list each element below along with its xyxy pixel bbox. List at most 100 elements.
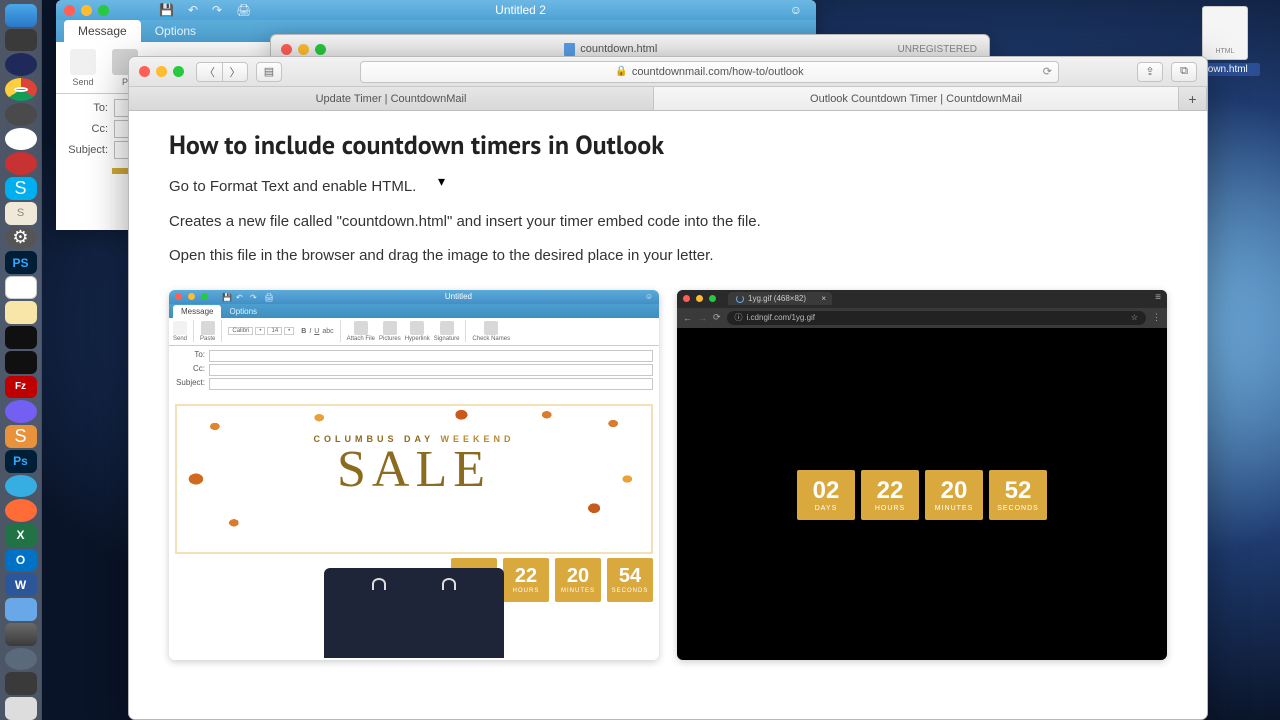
outlook-window-title: Untitled 2: [251, 3, 789, 17]
tabs-button[interactable]: ⧉: [1171, 62, 1197, 82]
dock-settings-icon[interactable]: ⚙: [5, 227, 37, 250]
redo-icon[interactable]: ↷: [212, 3, 222, 17]
html-file-icon: [1202, 6, 1248, 60]
dock-safari-icon[interactable]: [5, 128, 37, 151]
pictures-button: Pictures: [379, 321, 401, 342]
dock-viber-icon[interactable]: [5, 400, 37, 423]
sale-banner: COLUMBUS DAY WEEKEND SALE: [175, 404, 653, 554]
signature-button: Signature: [434, 321, 460, 342]
forward-icon: →: [698, 313, 707, 323]
article-paragraph: Creates a new file called "countdown.htm…: [169, 211, 1167, 234]
dock-filezilla-icon[interactable]: Fz: [5, 376, 37, 399]
reload-icon[interactable]: ⟳: [1043, 65, 1052, 78]
smile-icon[interactable]: ☺: [790, 3, 802, 17]
dock-chrome-icon[interactable]: [5, 78, 37, 101]
dock-phpstorm-icon[interactable]: PS: [5, 251, 37, 274]
paste-button: Paste: [200, 321, 215, 342]
dock-quicktime-icon[interactable]: [5, 648, 37, 671]
back-icon: ←: [683, 313, 692, 323]
dock-calendar-icon[interactable]: [5, 276, 37, 299]
close-icon[interactable]: [139, 66, 150, 77]
print-icon[interactable]: 🖨: [236, 3, 251, 17]
chrome-tab: 1yg.gif (468×82) ×: [728, 292, 832, 305]
dock-sublime-icon[interactable]: S: [5, 202, 37, 225]
dock-word-icon[interactable]: W: [5, 573, 37, 596]
dock-outlook-icon[interactable]: O: [5, 549, 37, 572]
browser-tab[interactable]: Outlook Countdown Timer | CountdownMail: [654, 87, 1179, 110]
dock-sublime2-icon[interactable]: S: [5, 425, 37, 448]
dock-opera-icon[interactable]: [5, 152, 37, 175]
dock-utility-icon[interactable]: [5, 623, 37, 646]
safari-tabbar: Update Timer | CountdownMail Outlook Cou…: [129, 87, 1207, 111]
new-tab-button[interactable]: +: [1179, 87, 1207, 110]
dock-postman-icon[interactable]: [5, 499, 37, 522]
back-button[interactable]: 〈: [196, 62, 222, 82]
share-button[interactable]: ⇪: [1137, 62, 1163, 82]
tab-message[interactable]: Message: [64, 20, 141, 42]
nav-buttons: 〈 〉: [196, 62, 248, 82]
star-icon: ☆: [1131, 313, 1138, 322]
dock-excel-icon[interactable]: X: [5, 524, 37, 547]
cc-label: Cc:: [64, 123, 114, 135]
safari-window: 〈 〉 ▤ 🔒 countdownmail.com/how-to/outlook…: [128, 56, 1208, 720]
hyperlink-button: Hyperlink: [405, 321, 430, 342]
sidebar-button[interactable]: ▤: [256, 62, 282, 82]
menu-icon: ⋮: [1152, 312, 1161, 323]
zoom-icon[interactable]: [173, 66, 184, 77]
send-button[interactable]: Send: [66, 47, 100, 89]
page-content[interactable]: How to include countdown timers in Outlo…: [129, 111, 1207, 719]
article-paragraph: Open this file in the browser and drag t…: [169, 245, 1167, 268]
chrome-address-bar: ⓘ i.cdngif.com/1yg.gif ☆: [727, 311, 1146, 325]
undo-icon[interactable]: ↶: [188, 3, 198, 17]
article-title: How to include countdown timers in Outlo…: [169, 129, 1167, 162]
zoom-icon[interactable]: [98, 5, 109, 16]
example-chrome-screenshot: 1yg.gif (468×82) × ≡ ← → ⟳ ⓘ i.cdngif.co…: [677, 290, 1167, 660]
address-bar[interactable]: 🔒 countdownmail.com/how-to/outlook ⟳: [360, 61, 1059, 83]
example-screenshots-row: 💾↶↷🖨 Untitled ☺ Message Options Send Pas…: [169, 290, 1167, 660]
dock-telegram-icon[interactable]: [5, 475, 37, 498]
font-picker: Calibri•14•: [228, 327, 294, 335]
attach-button: Attach File: [347, 321, 375, 342]
url-text: countdownmail.com/how-to/outlook: [632, 66, 804, 78]
zoom-icon[interactable]: [315, 44, 326, 55]
save-icon[interactable]: 💾: [159, 3, 174, 17]
hamburger-icon: ≡: [1155, 292, 1161, 303]
macos-dock: S S ⚙ PS Fz S Ps X O W: [0, 0, 42, 720]
dock-firefox-icon[interactable]: [5, 53, 37, 76]
dock-terminal-icon[interactable]: [5, 326, 37, 349]
dock-imovie-icon[interactable]: [5, 672, 37, 695]
dock-preview-icon[interactable]: [5, 598, 37, 621]
close-icon[interactable]: [281, 44, 292, 55]
shopping-bag-graphic: [324, 568, 504, 658]
document-icon: [564, 43, 575, 56]
outlook-traffic-lights[interactable]: [64, 5, 109, 16]
dock-photoshop-icon[interactable]: Ps: [5, 450, 37, 473]
sale-word: SALE: [177, 440, 651, 499]
outlook-titlebar[interactable]: 💾 ↶ ↷ 🖨 Untitled 2 ☺: [56, 0, 816, 20]
minimize-icon[interactable]: [298, 44, 309, 55]
minimize-icon[interactable]: [156, 66, 167, 77]
dock-skype-icon[interactable]: S: [5, 177, 37, 200]
subject-label: Subject:: [64, 144, 114, 156]
dock-app-icon[interactable]: [5, 29, 37, 52]
safari-toolbar: 〈 〉 ▤ 🔒 countdownmail.com/how-to/outlook…: [129, 57, 1207, 87]
countdown-timer: 02DAYS 22HOURS 20MINUTES 52SECONDS: [797, 470, 1047, 520]
dock-keyboard-icon[interactable]: [5, 697, 37, 720]
tab-options[interactable]: Options: [141, 20, 210, 42]
minimize-icon[interactable]: [81, 5, 92, 16]
forward-button[interactable]: 〉: [222, 62, 248, 82]
example-window-title: Untitled: [272, 292, 645, 301]
send-button: Send: [173, 321, 187, 342]
dock-finder-icon[interactable]: [5, 4, 37, 27]
dock-notes-icon[interactable]: [5, 301, 37, 324]
info-icon: ⓘ: [735, 312, 743, 323]
close-icon[interactable]: [64, 5, 75, 16]
to-label: To:: [64, 102, 114, 114]
editor-filename: countdown.html: [580, 43, 657, 55]
dock-terminal2-icon[interactable]: [5, 351, 37, 374]
quick-access-toolbar: 💾 ↶ ↷ 🖨: [159, 3, 251, 17]
browser-tab[interactable]: Update Timer | CountdownMail: [129, 87, 654, 110]
check-names-button: Check Names: [472, 321, 510, 342]
close-tab-icon: ×: [821, 294, 826, 303]
dock-hotspot-icon[interactable]: [5, 103, 37, 126]
